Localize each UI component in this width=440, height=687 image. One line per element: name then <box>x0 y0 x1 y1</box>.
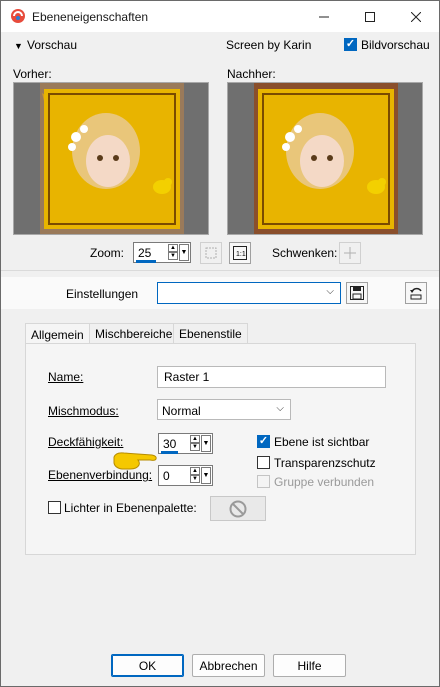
after-preview <box>227 82 423 235</box>
preview-checkbox[interactable]: ✓ <box>344 38 357 51</box>
highlight-color-swatch[interactable] <box>210 496 266 521</box>
layer-properties-dialog: Ebeneneigenschaften ▼ Vorschau Screen by… <box>0 0 440 687</box>
zoom-fit-icon <box>205 247 217 259</box>
zoom-arrows[interactable]: ▲ ▼ <box>168 244 178 261</box>
zoom-dropdown[interactable]: ▼ <box>179 244 189 261</box>
tab-blend-ranges-label: Mischbereiche <box>95 327 173 341</box>
layer-link-stepper[interactable]: 0 ▲ ▼ ▼ <box>158 465 213 486</box>
blend-mode-value: Normal <box>162 404 201 418</box>
title-bar: Ebeneneigenschaften <box>1 1 439 32</box>
close-button[interactable] <box>393 1 439 32</box>
cancel-button[interactable]: Abbrechen <box>192 654 265 677</box>
credit-text: Screen by Karin <box>226 38 312 52</box>
cancel-button-label: Abbrechen <box>199 658 258 673</box>
settings-combo[interactable]: ⌵ <box>157 282 341 304</box>
name-value: Raster 1 <box>164 370 210 384</box>
opacity-dropdown[interactable]: ▼ <box>201 435 211 452</box>
zoom-value: 25 <box>138 246 152 260</box>
maximize-button[interactable] <box>347 1 393 32</box>
no-color-icon <box>229 500 247 517</box>
tab-general[interactable]: Allgemein <box>25 323 90 345</box>
transparency-lock-label: Transparenzschutz <box>274 456 376 470</box>
opacity-label: Deckfähigkeit: <box>48 435 124 449</box>
layer-link-label: Ebenenverbindung: <box>48 468 153 482</box>
highlight-checkbox[interactable] <box>48 501 61 514</box>
before-label: Vorher: <box>13 67 52 81</box>
blend-mode-label: Mischmodus: <box>48 404 119 418</box>
tab-layer-styles-label: Ebenenstile <box>179 327 242 341</box>
name-label: Name: <box>48 370 84 384</box>
svg-text:1:1: 1:1 <box>236 251 246 258</box>
actual-size-icon: 1:1 <box>233 246 247 260</box>
tab-layer-styles[interactable]: Ebenenstile <box>173 323 248 344</box>
layer-visible-label: Ebene ist sichtbar <box>274 435 370 449</box>
layer-link-dropdown[interactable]: ▼ <box>201 467 211 484</box>
window-title: Ebeneneigenschaften <box>32 10 149 24</box>
preview-checkbox-label: Bildvorschau <box>361 38 430 52</box>
highlight-label: Lichter in Ebenenpalette: <box>64 501 197 515</box>
divider <box>1 270 439 271</box>
app-icon <box>11 9 25 23</box>
ok-button-label: OK <box>138 658 157 673</box>
zoom-label: Zoom: <box>90 246 125 260</box>
opacity-arrows[interactable]: ▲ ▼ <box>190 435 200 452</box>
opacity-stepper[interactable]: 30 ▲ ▼ ▼ <box>158 433 213 454</box>
tab-blend-ranges[interactable]: Mischbereiche <box>89 323 179 344</box>
layer-visible-checkbox[interactable]: ✓ <box>257 435 270 448</box>
save-settings-button[interactable] <box>346 282 368 304</box>
zoom-stepper[interactable]: 25 ▲ ▼ ▼ <box>133 242 191 263</box>
settings-label: Einstellungen <box>66 287 139 301</box>
before-preview-image <box>40 83 184 234</box>
pan-label: Schwenken: <box>272 246 338 260</box>
zoom-actual-size-button[interactable]: 1:1 <box>229 242 251 264</box>
after-preview-image <box>254 83 398 234</box>
layer-link-value: 0 <box>163 469 170 483</box>
zoom-fit-button[interactable] <box>200 242 222 264</box>
opacity-value: 30 <box>163 437 177 451</box>
preview-toggle-label[interactable]: Vorschau <box>27 38 77 52</box>
blend-mode-select[interactable]: Normal ⌵ <box>157 399 291 420</box>
layer-link-arrows[interactable]: ▲ ▼ <box>190 467 200 484</box>
reset-icon <box>410 287 422 300</box>
zoom-level-bar <box>136 260 156 263</box>
after-label: Nachher: <box>227 67 276 81</box>
minimize-button[interactable] <box>301 1 347 32</box>
group-linked-checkbox <box>257 475 270 488</box>
help-button[interactable]: Hilfe <box>273 654 346 677</box>
save-icon <box>350 286 364 300</box>
pan-icon <box>344 247 356 259</box>
name-input[interactable]: Raster 1 <box>157 366 386 388</box>
tab-general-label: Allgemein <box>31 327 84 342</box>
pan-button[interactable] <box>339 242 361 264</box>
collapse-triangle-icon[interactable]: ▼ <box>14 41 23 51</box>
chevron-down-icon: ⌵ <box>326 286 334 297</box>
ok-button[interactable]: OK <box>111 654 184 677</box>
reset-settings-button[interactable] <box>405 282 427 304</box>
minimize-icon <box>319 16 329 17</box>
before-preview <box>13 82 209 235</box>
maximize-icon <box>365 11 375 22</box>
chevron-down-icon: ⌵ <box>276 403 284 414</box>
group-linked-label: Gruppe verbunden <box>274 475 375 489</box>
close-icon <box>411 11 421 22</box>
transparency-lock-checkbox[interactable] <box>257 456 270 469</box>
opacity-level-bar <box>161 451 178 454</box>
help-button-label: Hilfe <box>297 658 322 673</box>
